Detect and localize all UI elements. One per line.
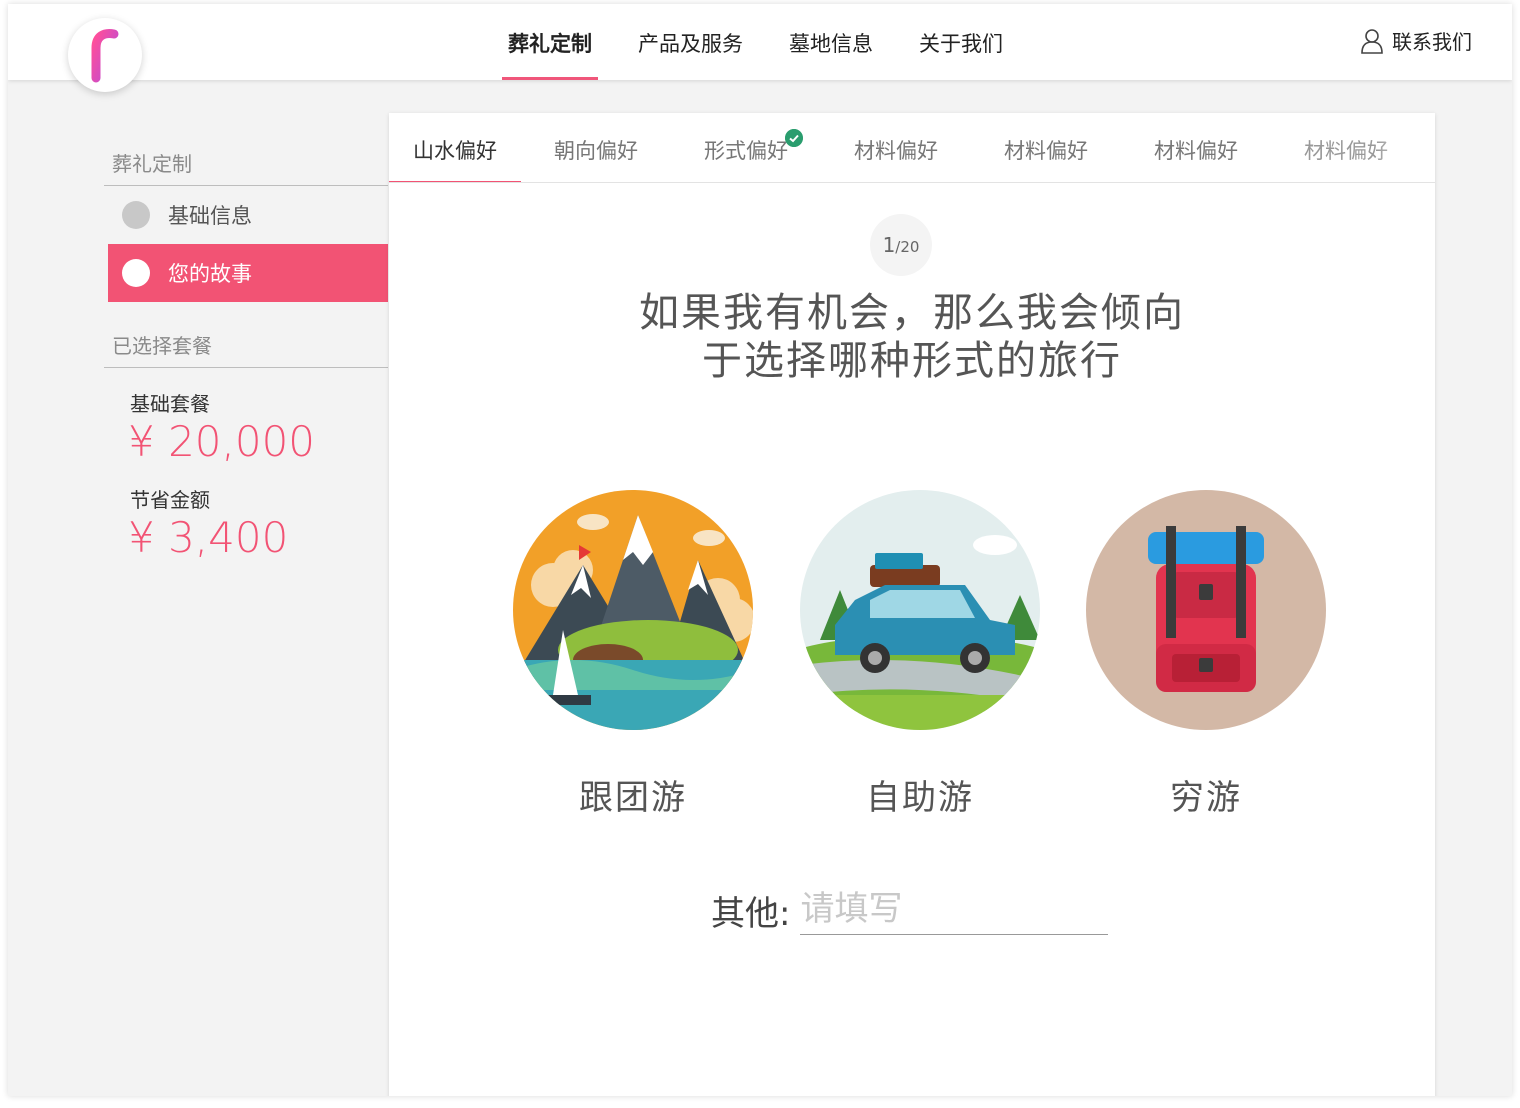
other-label: 其他: [711, 894, 791, 934]
option-label: 穷游 [1170, 778, 1242, 818]
contact-us-link[interactable]: 联系我们 [1360, 26, 1472, 55]
tab-material-preference[interactable]: 材料偏好 [1271, 113, 1421, 182]
tab-material-preference[interactable]: 材料偏好 [821, 113, 971, 182]
option-label: 自助游 [866, 778, 974, 818]
brand-logo[interactable] [68, 18, 142, 92]
logo-f-icon [83, 29, 125, 83]
question-text: 如果我有机会，那么我会倾向 于选择哪种形式的旅行 [519, 289, 1305, 385]
nav-about-us[interactable]: 关于我们 [911, 4, 1011, 80]
top-header: 葬礼定制 产品及服务 墓地信息 关于我们 联系我们 [8, 4, 1512, 80]
sidebar-item-your-story[interactable]: 您的故事 [108, 244, 388, 302]
tab-material-preference[interactable]: 材料偏好 [971, 113, 1121, 182]
backpack-icon [1086, 490, 1326, 730]
sidebar-section-title: 葬礼定制 [104, 112, 388, 186]
mountain-lake-icon [513, 490, 753, 730]
question-line-2: 于选择哪种形式的旅行 [702, 338, 1122, 384]
sidebar-item-basic-info[interactable]: 基础信息 [104, 186, 388, 244]
main-nav: 葬礼定制 产品及服务 墓地信息 关于我们 [500, 4, 1041, 80]
nav-products-services[interactable]: 产品及服务 [630, 4, 751, 80]
package-price: ¥ 20,000 [128, 417, 316, 466]
option-self-guided-tour[interactable]: 自助游 [800, 490, 1040, 818]
tab-form-preference[interactable]: 形式偏好 [671, 113, 821, 182]
sidebar: 葬礼定制 基础信息 您的故事 已选择套餐 基础套餐 ¥ 20,000 节省金额 … [104, 112, 388, 562]
app-window: 葬礼定制 产品及服务 墓地信息 关于我们 联系我们 葬礼定制 基础信息 您的故事… [8, 4, 1512, 1096]
car-road-trip-icon [800, 490, 1040, 730]
question-card: 山水偏好 朝向偏好 形式偏好 材料偏好 材料偏好 材料偏好 材料偏好 1/20 … [389, 113, 1435, 1096]
tab-orientation-preference[interactable]: 朝向偏好 [521, 113, 671, 182]
other-input[interactable] [800, 883, 1109, 935]
tab-label: 形式偏好 [704, 139, 788, 163]
option-group-tour[interactable]: 跟团游 [513, 490, 753, 818]
sidebar-item-label: 您的故事 [168, 262, 252, 286]
savings-label: 节省金额 [130, 488, 210, 512]
savings-price: ¥ 3,400 [128, 513, 289, 562]
contact-label: 联系我们 [1392, 30, 1472, 54]
sidebar-section-title: 已选择套餐 [104, 302, 388, 368]
question-counter: 1/20 [870, 214, 932, 276]
nav-funeral-custom[interactable]: 葬礼定制 [500, 4, 600, 80]
step-dot-icon [122, 259, 150, 287]
question-line-1: 如果我有机会，那么我会倾向 [639, 290, 1185, 336]
check-icon [785, 129, 803, 147]
nav-cemetery-info[interactable]: 墓地信息 [781, 4, 881, 80]
tab-landscape-preference[interactable]: 山水偏好 [389, 113, 521, 182]
option-label: 跟团游 [579, 778, 687, 818]
counter-total: /20 [895, 238, 920, 256]
option-budget-travel[interactable]: 穷游 [1086, 490, 1326, 818]
tab-material-preference[interactable]: 材料偏好 [1121, 113, 1271, 182]
step-dot-icon [122, 201, 150, 229]
package-label: 基础套餐 [130, 392, 210, 416]
preference-tabs: 山水偏好 朝向偏好 形式偏好 材料偏好 材料偏好 材料偏好 材料偏好 [389, 113, 1435, 183]
sidebar-item-label: 基础信息 [168, 204, 252, 228]
user-icon [1361, 28, 1383, 54]
other-answer: 其他: [711, 883, 1109, 935]
counter-current: 1 [882, 233, 896, 257]
